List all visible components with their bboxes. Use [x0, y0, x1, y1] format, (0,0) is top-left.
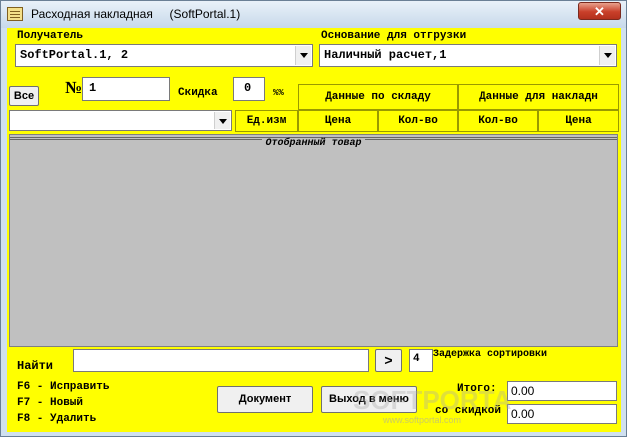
column-invoice-price: Цена	[538, 110, 619, 132]
chevron-down-icon[interactable]	[214, 112, 230, 129]
column-unit: Ед.изм	[235, 110, 298, 132]
search-input[interactable]	[73, 349, 369, 372]
document-icon	[7, 7, 23, 21]
discount-unit: %%	[273, 88, 284, 98]
exit-to-menu-button[interactable]: Выход в меню	[321, 386, 417, 413]
number-label: №	[65, 78, 83, 97]
column-invoice-qty: Кол-во	[458, 110, 538, 132]
discounted-total-field: 0.00	[507, 404, 617, 424]
close-icon: ✕	[594, 4, 605, 19]
discounted-total-value: 0.00	[511, 407, 535, 421]
column-warehouse-qty: Кол-во	[378, 110, 458, 132]
discount-field[interactable]: 0	[233, 77, 265, 101]
search-go-button[interactable]: >	[375, 349, 402, 372]
discount-value: 0	[244, 81, 252, 95]
total-value: 0.00	[511, 384, 535, 398]
all-button[interactable]: Все	[9, 86, 39, 106]
hotkey-f7: F7 - Новый	[17, 397, 84, 409]
selected-goods-grid[interactable]: Отобранный товар	[9, 134, 618, 347]
shipment-basis-value: Наличный расчет,1	[324, 48, 447, 62]
chevron-down-icon[interactable]	[295, 46, 311, 65]
discounted-total-label: со скидкой	[435, 405, 502, 417]
window-title: Расходная накладная (SoftPortal.1)	[31, 7, 241, 21]
sort-delay-value: 4	[413, 353, 420, 365]
grid-caption: Отобранный товар	[262, 138, 365, 149]
hotkey-f6: F6 - Исправить	[17, 381, 110, 393]
grid-frame-line: Отобранный товар	[10, 135, 617, 149]
document-button[interactable]: Документ	[217, 386, 313, 413]
invoice-header: Данные для накладн	[458, 84, 619, 110]
sort-delay-field[interactable]: 4	[409, 349, 433, 372]
shipment-basis-label: Основание для отгрузки	[321, 30, 467, 42]
column-warehouse-price: Цена	[298, 110, 378, 132]
form-area: Получатель SoftPortal.1, 2 Основание для…	[7, 28, 621, 432]
sort-delay-label: Задержка сортировки	[433, 349, 548, 360]
close-button[interactable]: ✕	[578, 2, 621, 20]
goods-filter-combo[interactable]	[9, 110, 232, 131]
number-field[interactable]: 1	[82, 77, 170, 101]
search-label: Найти	[17, 359, 54, 373]
warehouse-header: Данные по складу	[298, 84, 458, 110]
shipment-basis-combo[interactable]: Наличный расчет,1	[319, 44, 617, 67]
number-value: 1	[89, 81, 97, 95]
title-bar[interactable]: Расходная накладная (SoftPortal.1) ✕	[1, 1, 626, 28]
recipient-label: Получатель	[17, 30, 84, 42]
discount-label: Скидка	[178, 87, 218, 99]
recipient-value: SoftPortal.1, 2	[20, 48, 129, 62]
hotkey-f8: F8 - Удалить	[17, 413, 97, 425]
invoice-window: Расходная накладная (SoftPortal.1) ✕ Пол…	[0, 0, 627, 437]
total-field: 0.00	[507, 381, 617, 401]
total-label: Итого:	[457, 383, 497, 395]
recipient-combo[interactable]: SoftPortal.1, 2	[15, 44, 313, 67]
hotkeys-list: F6 - Исправить F7 - Новый F8 - Удалить	[17, 379, 109, 427]
chevron-down-icon[interactable]	[599, 46, 615, 65]
